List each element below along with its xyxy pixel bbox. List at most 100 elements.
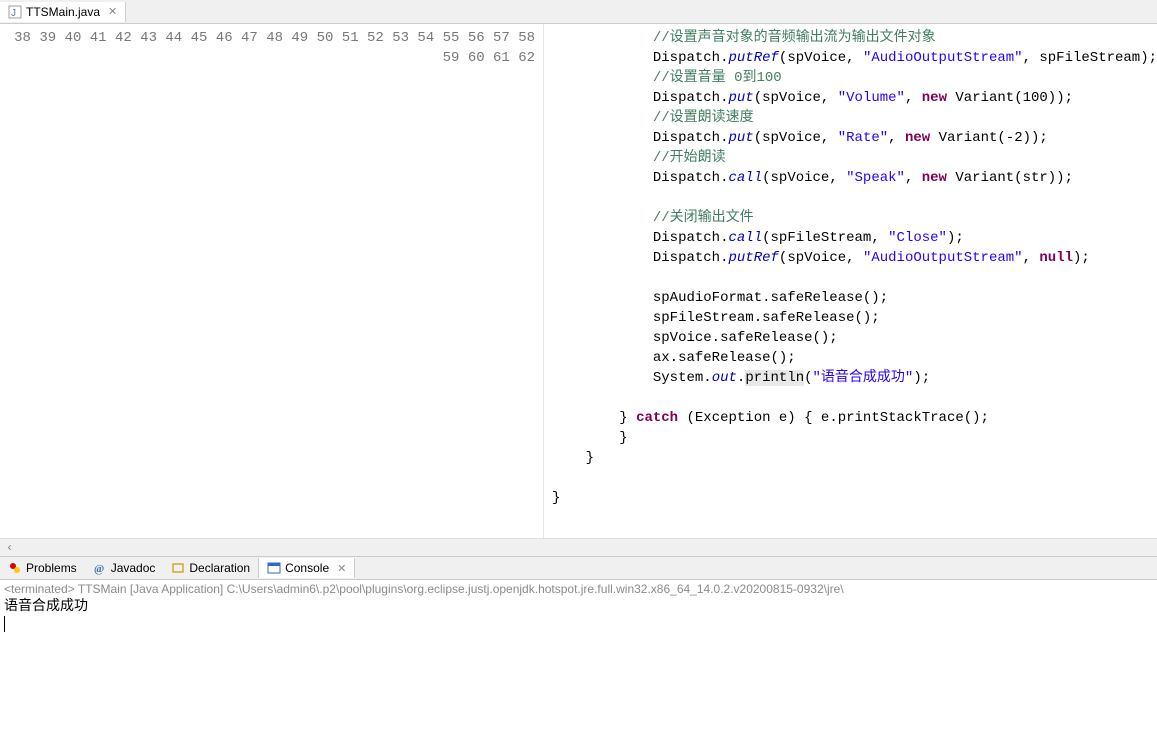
- code-line[interactable]: Dispatch.put(spVoice, "Rate", new Varian…: [552, 128, 1157, 148]
- code-token: ax.safeRelease();: [653, 350, 796, 366]
- code-line[interactable]: spVoice.safeRelease();: [552, 328, 1157, 348]
- code-token: (: [804, 370, 812, 386]
- code-line[interactable]: //设置声音对象的音频输出流为输出文件对象: [552, 28, 1157, 48]
- editor-area: 38 39 40 41 42 43 44 45 46 47 48 49 50 5…: [0, 24, 1157, 538]
- code-token: new: [922, 90, 947, 106]
- code-token: out: [712, 370, 737, 386]
- code-token: spFileStream.safeRelease();: [653, 310, 880, 326]
- code-token: call: [729, 170, 763, 186]
- code-token: );: [913, 370, 930, 386]
- svg-text:J: J: [11, 8, 16, 19]
- code-token: null: [1039, 250, 1073, 266]
- code-token: Dispatch.: [653, 250, 729, 266]
- editor-tab-ttsmain[interactable]: J TTSMain.java ✕: [0, 2, 126, 22]
- tab-problems[interactable]: Problems: [0, 558, 85, 578]
- code-token: (spFileStream,: [762, 230, 888, 246]
- code-token: Variant(-2));: [930, 130, 1048, 146]
- code-token: println: [745, 370, 804, 386]
- code-token: }: [586, 450, 594, 466]
- code-token: spVoice.safeRelease();: [653, 330, 838, 346]
- code-token: //设置音量 0到100: [653, 70, 782, 86]
- code-token: "Rate": [838, 130, 888, 146]
- code-token: new: [922, 170, 947, 186]
- code-line[interactable]: Dispatch.call(spVoice, "Speak", new Vari…: [552, 168, 1157, 188]
- code-token: ,: [905, 170, 922, 186]
- tab-console[interactable]: Console ✕: [258, 558, 355, 578]
- code-line[interactable]: //设置朗读速度: [552, 108, 1157, 128]
- code-token: Dispatch.: [653, 90, 729, 106]
- code-token: ,: [1023, 250, 1040, 266]
- code-token: "语音合成成功": [813, 370, 914, 386]
- code-line[interactable]: Dispatch.put(spVoice, "Volume", new Vari…: [552, 88, 1157, 108]
- code-token: }: [552, 490, 560, 506]
- code-token: new: [905, 130, 930, 146]
- tab-javadoc-label: Javadoc: [111, 561, 156, 575]
- tab-declaration-label: Declaration: [189, 561, 250, 575]
- horizontal-scrollbar[interactable]: ‹: [0, 538, 1157, 556]
- console-cursor: [4, 616, 5, 632]
- code-token: System.: [653, 370, 712, 386]
- code-token: Dispatch.: [653, 230, 729, 246]
- code-token: Dispatch.: [653, 170, 729, 186]
- code-token: putRef: [729, 250, 779, 266]
- code-token: putRef: [729, 50, 779, 66]
- editor-tab-bar: J TTSMain.java ✕: [0, 0, 1157, 24]
- code-line[interactable]: }: [552, 488, 1157, 508]
- code-line[interactable]: //关闭输出文件: [552, 208, 1157, 228]
- code-token: (spVoice,: [762, 170, 846, 186]
- code-token: );: [1073, 250, 1090, 266]
- code-token: //设置声音对象的音频输出流为输出文件对象: [653, 30, 936, 46]
- code-line[interactable]: }: [552, 428, 1157, 448]
- tab-console-label: Console: [285, 561, 329, 575]
- java-file-icon: J: [8, 5, 22, 19]
- code-line[interactable]: //设置音量 0到100: [552, 68, 1157, 88]
- declaration-icon: [171, 561, 185, 575]
- code-line[interactable]: Dispatch.call(spFileStream, "Close");: [552, 228, 1157, 248]
- code-line[interactable]: Dispatch.putRef(spVoice, "AudioOutputStr…: [552, 48, 1157, 68]
- code-line[interactable]: spAudioFormat.safeRelease();: [552, 288, 1157, 308]
- code-token: put: [729, 90, 754, 106]
- svg-text:@: @: [94, 563, 104, 575]
- code-token: spAudioFormat.safeRelease();: [653, 290, 888, 306]
- close-icon[interactable]: ✕: [337, 562, 346, 575]
- code-line[interactable]: [552, 188, 1157, 208]
- code-line[interactable]: ax.safeRelease();: [552, 348, 1157, 368]
- code-line[interactable]: }: [552, 448, 1157, 468]
- code-token: "Speak": [846, 170, 905, 186]
- code-token: , spFileStream);: [1023, 50, 1157, 66]
- tab-javadoc[interactable]: @ Javadoc: [85, 558, 164, 578]
- code-token: call: [729, 230, 763, 246]
- code-token: ,: [905, 90, 922, 106]
- code-token: Dispatch.: [653, 130, 729, 146]
- code-line[interactable]: } catch (Exception e) { e.printStackTrac…: [552, 408, 1157, 428]
- close-icon[interactable]: ✕: [108, 5, 117, 18]
- code-token: "AudioOutputStream": [863, 250, 1023, 266]
- code-token: (spVoice,: [779, 50, 863, 66]
- code-token: //关闭输出文件: [653, 210, 754, 226]
- code-token: (spVoice,: [779, 250, 863, 266]
- scroll-left-glyph: ‹: [6, 541, 13, 555]
- code-line[interactable]: System.out.println("语音合成成功");: [552, 368, 1157, 388]
- code-token: (Exception e) { e.printStackTrace();: [678, 410, 989, 426]
- code-token: "AudioOutputStream": [863, 50, 1023, 66]
- code-line[interactable]: [552, 268, 1157, 288]
- tab-problems-label: Problems: [26, 561, 77, 575]
- code-token: put: [729, 130, 754, 146]
- code-line[interactable]: //开始朗读: [552, 148, 1157, 168]
- code-token: ,: [888, 130, 905, 146]
- code-line[interactable]: spFileStream.safeRelease();: [552, 308, 1157, 328]
- tab-declaration[interactable]: Declaration: [163, 558, 258, 578]
- code-token: }: [619, 430, 627, 446]
- code-line[interactable]: [552, 508, 1157, 528]
- code-token: //开始朗读: [653, 150, 726, 166]
- code-line[interactable]: [552, 388, 1157, 408]
- console-output[interactable]: 语音合成成功: [0, 598, 1157, 638]
- problems-icon: [8, 561, 22, 575]
- code-token: Variant(str));: [947, 170, 1073, 186]
- code-line[interactable]: [552, 468, 1157, 488]
- line-number-gutter: 38 39 40 41 42 43 44 45 46 47 48 49 50 5…: [0, 24, 544, 538]
- code-editor[interactable]: //设置声音对象的音频输出流为输出文件对象 Dispatch.putRef(sp…: [544, 24, 1157, 538]
- code-line[interactable]: Dispatch.putRef(spVoice, "AudioOutputStr…: [552, 248, 1157, 268]
- console-launch-header: <terminated> TTSMain [Java Application] …: [0, 580, 1157, 598]
- editor-tab-label: TTSMain.java: [26, 5, 100, 19]
